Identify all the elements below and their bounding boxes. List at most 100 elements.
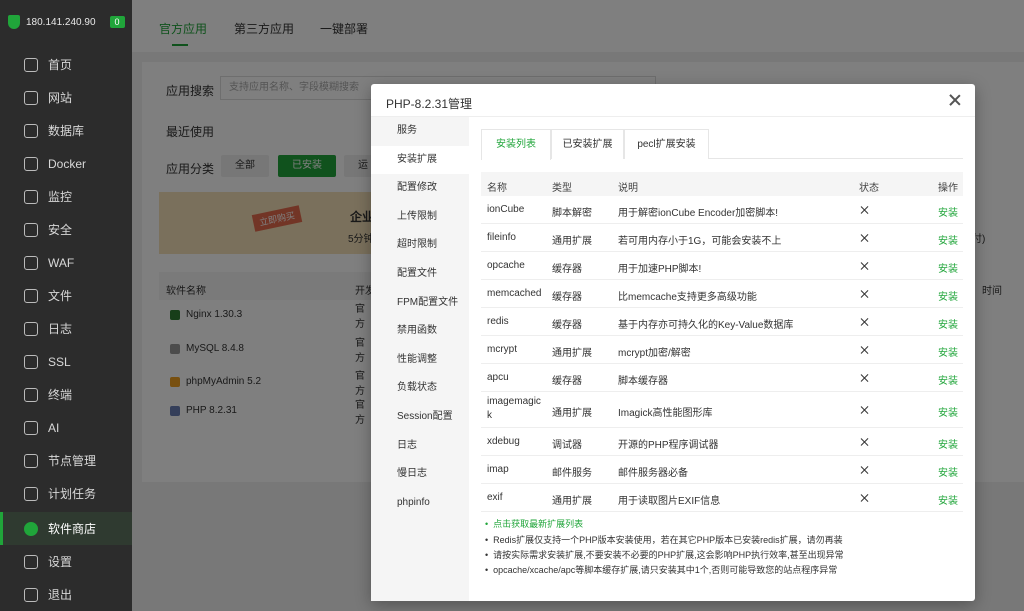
nav-item-8[interactable]: 性能调整 xyxy=(371,346,469,374)
install-button[interactable]: 安装 xyxy=(938,204,958,219)
logout-icon xyxy=(24,587,38,602)
table-row: xdebug 调试器 开源的PHP程序调试器 安装 xyxy=(481,428,963,456)
extension-type: 缓存器 xyxy=(552,292,582,303)
nav-item-2[interactable]: 配置修改 xyxy=(371,174,469,202)
nav-item-10[interactable]: Session配置 xyxy=(371,403,469,431)
table-header: 名称 类型 说明 状态 操作 xyxy=(481,172,963,196)
sidebar-item-12[interactable]: 节点管理 xyxy=(0,444,132,477)
extension-name: apcu xyxy=(487,372,509,383)
nav-item-3[interactable]: 上传限制 xyxy=(371,203,469,231)
extension-description: 开源的PHP程序调试器 xyxy=(618,440,719,451)
sidebar-item-label: 网站 xyxy=(48,91,73,105)
waf-icon xyxy=(24,255,38,270)
nav-item-6[interactable]: FPM配置文件 xyxy=(371,289,469,317)
tab-installed-extensions[interactable]: 已安装扩展 xyxy=(551,129,624,159)
sidebar-item-5[interactable]: 安全 xyxy=(0,213,132,246)
close-icon[interactable] xyxy=(947,92,963,108)
install-button[interactable]: 安装 xyxy=(938,436,958,451)
col-name: 名称 xyxy=(487,183,507,194)
sidebar-item-14[interactable]: 软件商店 xyxy=(0,512,132,545)
ai-icon xyxy=(24,420,38,435)
nav-item-12[interactable]: 慢日志 xyxy=(371,460,469,488)
sidebar-item-2[interactable]: 数据库 xyxy=(0,114,132,147)
extension-name: fileinfo xyxy=(487,232,516,243)
sidebar-item-16[interactable]: 退出 xyxy=(0,578,132,611)
note-opcache: opcache/xcache/apc等脚本缓存扩展,请只安装其中1个,否则可能导… xyxy=(485,563,837,576)
extension-type: 脚本解密 xyxy=(552,208,592,219)
nav-item-9[interactable]: 负载状态 xyxy=(371,374,469,402)
tab-pecl-install[interactable]: pecl扩展安装 xyxy=(624,129,709,159)
monitor-icon xyxy=(24,189,38,204)
col-type: 类型 xyxy=(552,183,572,194)
extension-name-line1: imagemagic xyxy=(487,396,541,407)
sidebar-item-4[interactable]: 监控 xyxy=(0,180,132,213)
folder-icon xyxy=(24,288,38,303)
sidebar-item-label: 监控 xyxy=(48,190,73,204)
extension-type: 通用扩展 xyxy=(552,348,592,359)
install-button[interactable]: 安装 xyxy=(938,372,958,387)
install-button[interactable]: 安装 xyxy=(938,232,958,247)
sidebar-item-10[interactable]: 终端 xyxy=(0,378,132,411)
sidebar-item-7[interactable]: 文件 xyxy=(0,279,132,312)
extension-type: 通用扩展 xyxy=(552,408,592,419)
install-button[interactable]: 安装 xyxy=(938,316,958,331)
install-button[interactable]: 安装 xyxy=(938,288,958,303)
install-button[interactable]: 安装 xyxy=(938,464,958,479)
website-icon xyxy=(24,90,38,105)
install-button[interactable]: 安装 xyxy=(938,260,958,275)
sidebar-item-label: 安全 xyxy=(48,223,73,237)
not-installed-icon xyxy=(860,374,868,382)
sidebar-item-1[interactable]: 网站 xyxy=(0,81,132,114)
table-row: apcu 缓存器 脚本缓存器 安装 xyxy=(481,364,963,392)
sidebar-item-0[interactable]: 首页 xyxy=(0,48,132,81)
install-button[interactable]: 安装 xyxy=(938,404,958,419)
sidebar-item-8[interactable]: 日志 xyxy=(0,312,132,345)
server-ip: 180.141.240.90 xyxy=(26,16,96,28)
nav-item-11[interactable]: 日志 xyxy=(371,432,469,460)
col-action: 操作 xyxy=(938,183,958,194)
dialog-side-nav: 服务 安装扩展 配置修改 上传限制 超时限制 配置文件 FPM配置文件 禁用函数 性能调整 负载状… xyxy=(371,117,469,601)
terminal-icon xyxy=(24,387,38,402)
sidebar-item-label: 数据库 xyxy=(48,124,85,138)
store-icon xyxy=(24,521,38,536)
tab-install-list[interactable]: 安装列表 xyxy=(481,129,551,160)
note-redis: Redis扩展仅支持一个PHP版本安装使用，若在其它PHP版本已安装redis扩… xyxy=(485,533,843,546)
sidebar-item-3[interactable]: Docker xyxy=(0,147,132,180)
nav-item-5[interactable]: 配置文件 xyxy=(371,260,469,288)
php-manage-dialog: PHP-8.2.31管理 服务 安装扩展 配置修改 上传限制 超时限制 配置文件 FPM配置… xyxy=(371,84,975,601)
sidebar-item-label: SSL xyxy=(48,354,71,369)
extension-type: 通用扩展 xyxy=(552,236,592,247)
install-button[interactable]: 安装 xyxy=(938,344,958,359)
nav-item-1[interactable]: 安装扩展 xyxy=(371,145,469,174)
sidebar-item-11[interactable]: AI xyxy=(0,411,132,444)
cron-icon xyxy=(24,486,38,501)
not-installed-icon xyxy=(860,262,868,270)
sidebar-item-6[interactable]: WAF xyxy=(0,246,132,279)
notification-badge[interactable]: 0 xyxy=(109,16,125,28)
docker-icon xyxy=(24,156,38,171)
extension-name: ionCube xyxy=(487,204,525,215)
ssl-icon xyxy=(24,354,38,369)
extension-description: 若可用内存小于1G，可能会安装不上 xyxy=(618,236,782,247)
extension-description: 邮件服务器必备 xyxy=(618,468,688,479)
not-installed-icon xyxy=(860,494,868,502)
extension-type: 缓存器 xyxy=(552,264,582,275)
log-icon xyxy=(24,321,38,336)
home-icon xyxy=(24,57,38,72)
nav-item-7[interactable]: 禁用函数 xyxy=(371,317,469,345)
sidebar-item-15[interactable]: 设置 xyxy=(0,545,132,578)
table-row: memcached 缓存器 比memcache支持更多高级功能 安装 xyxy=(481,280,963,308)
install-button[interactable]: 安装 xyxy=(938,492,958,507)
table-row: redis 缓存器 基于内存亦可持久化的Key-Value数据库 安装 xyxy=(481,308,963,336)
nav-item-13[interactable]: phpinfo xyxy=(371,489,469,517)
sidebar-item-label: WAF xyxy=(48,255,75,270)
extension-name: redis xyxy=(487,316,509,327)
extension-description: 脚本缓存器 xyxy=(618,376,668,387)
sidebar-item-13[interactable]: 计划任务 xyxy=(0,477,132,510)
nav-item-0[interactable]: 服务 xyxy=(371,117,469,145)
refresh-extension-list-link[interactable]: 点击获取最新扩展列表 xyxy=(485,517,583,530)
nav-item-4[interactable]: 超时限制 xyxy=(371,231,469,259)
not-installed-icon xyxy=(860,234,868,242)
extension-description: Imagick高性能图形库 xyxy=(618,408,713,419)
sidebar-item-9[interactable]: SSL xyxy=(0,345,132,378)
